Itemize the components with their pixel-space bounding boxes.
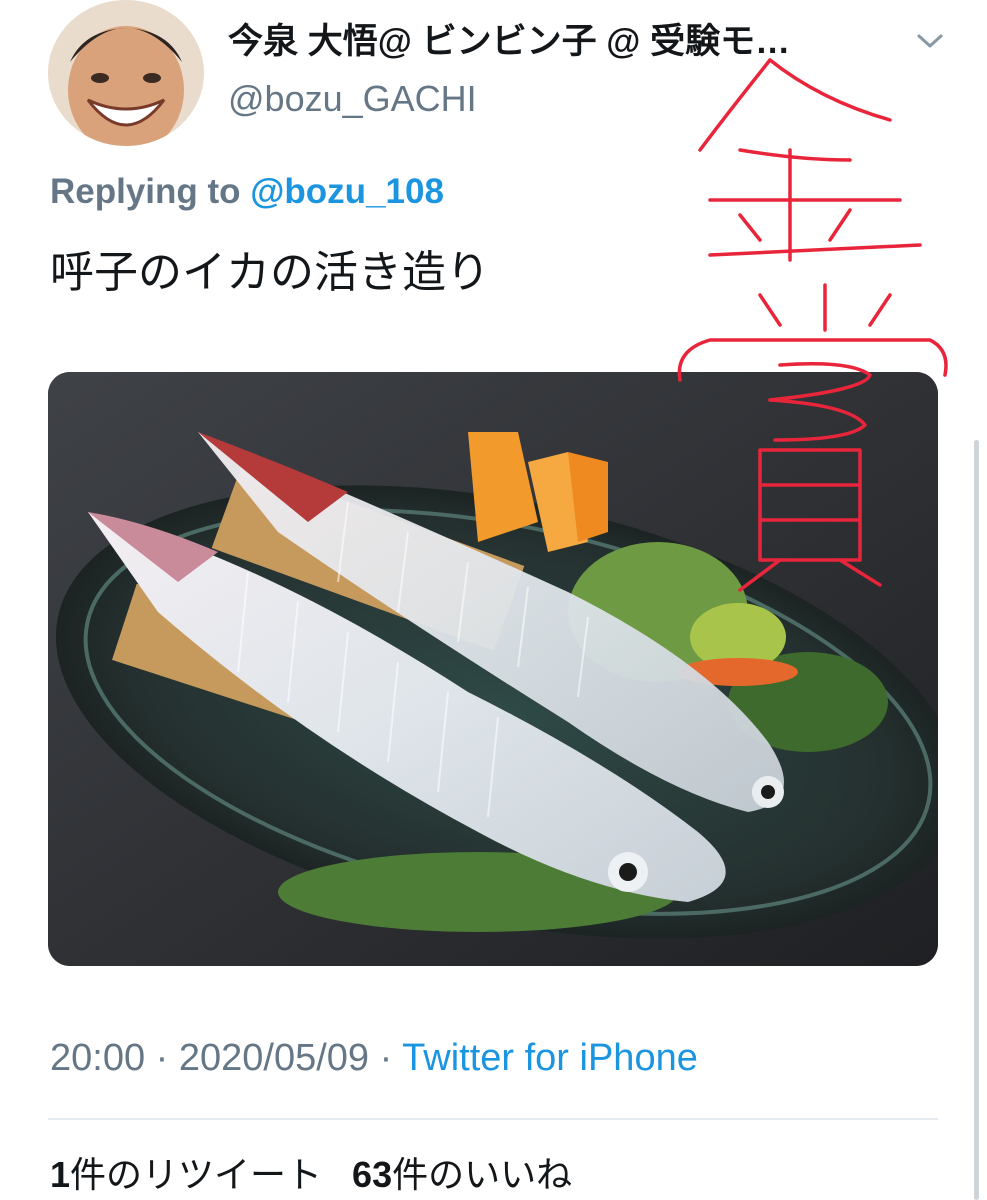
- scrollbar[interactable]: [974, 440, 979, 1200]
- chevron-down-icon[interactable]: [915, 30, 945, 52]
- likes-stat[interactable]: 63件のいいね: [352, 1154, 572, 1195]
- avatar[interactable]: [48, 0, 204, 146]
- likes-label: 件のいいね: [392, 1154, 573, 1195]
- tweet-stats: 1件のリツイート 63件のいいね: [50, 1150, 572, 1200]
- avatar-image: [48, 0, 204, 146]
- retweets-count: 1: [50, 1154, 71, 1195]
- retweets-stat[interactable]: 1件のリツイート: [50, 1154, 322, 1195]
- meta-separator: ·: [155, 1037, 169, 1079]
- meta-separator: ·: [379, 1037, 393, 1079]
- tweet-media-image[interactable]: [48, 372, 938, 966]
- author-handle[interactable]: @bozu_GACHI: [228, 77, 477, 121]
- tweet-time: 20:00: [50, 1037, 146, 1079]
- tweet-date: 2020/05/09: [178, 1037, 370, 1079]
- squid-sashimi-photo: [48, 372, 938, 966]
- replying-to-label: Replying to: [50, 172, 241, 211]
- tweet-text: 呼子のイカの活き造り: [50, 248, 490, 297]
- divider: [48, 1118, 938, 1120]
- retweets-label: 件のリツイート: [70, 1154, 323, 1195]
- replying-to: Replying to @bozu_108: [50, 170, 444, 214]
- display-name-text: 今泉 大悟@ ビンビン子 @ 受験モ…: [228, 22, 791, 61]
- likes-count: 63: [352, 1154, 393, 1195]
- replying-to-handle-link[interactable]: @bozu_108: [250, 172, 444, 211]
- author-display-name[interactable]: 今泉 大悟@ ビンビン子 @ 受験モ…: [228, 20, 928, 64]
- tweet-source-link[interactable]: Twitter for iPhone: [402, 1037, 698, 1079]
- tweet-meta: 20:00 · 2020/05/09 · Twitter for iPhone: [50, 1033, 698, 1083]
